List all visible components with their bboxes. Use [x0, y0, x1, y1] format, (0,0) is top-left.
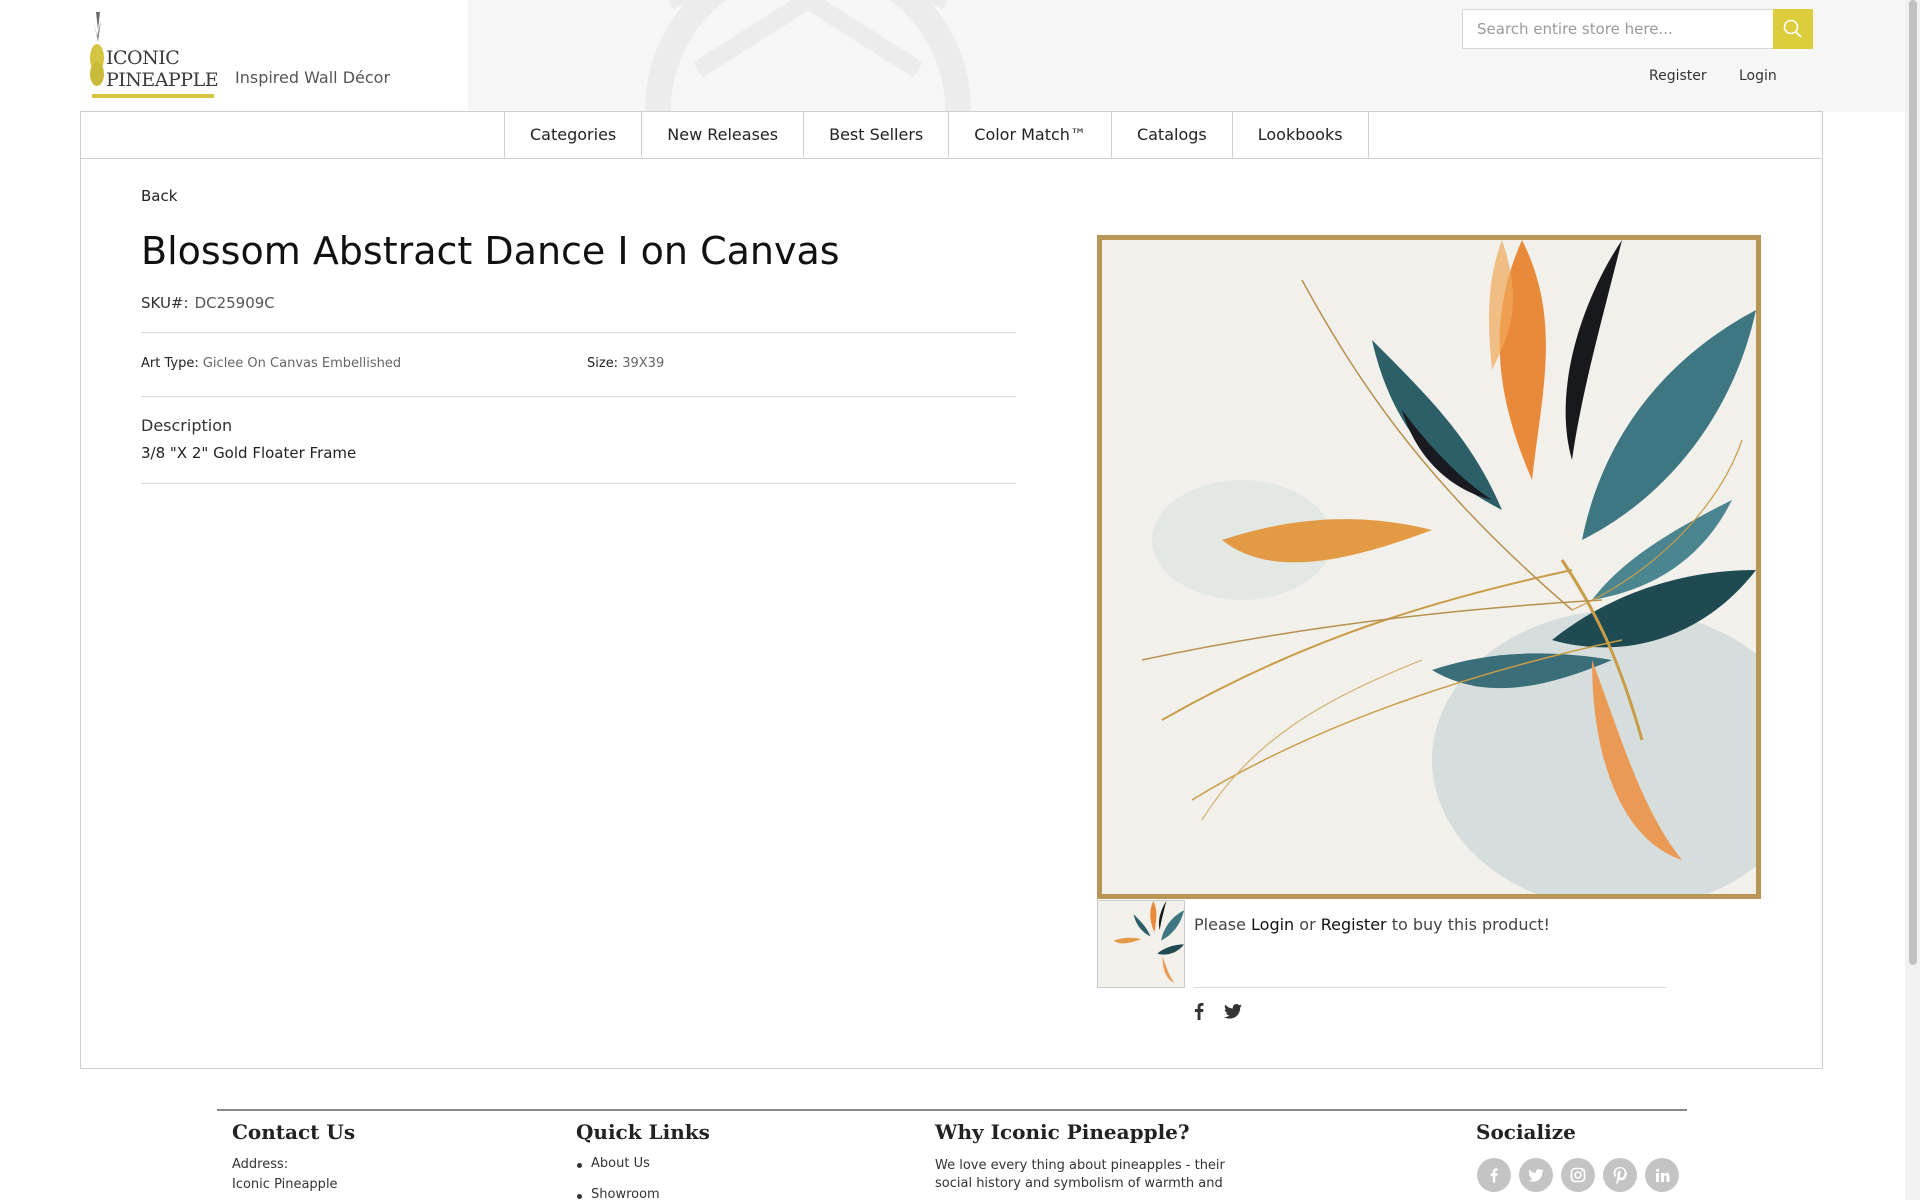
- size-value: 39X39: [622, 356, 665, 371]
- twitter-icon: [1528, 1168, 1544, 1182]
- share-twitter-button[interactable]: [1224, 1004, 1242, 1023]
- footer-quick-links-heading: Quick Links: [576, 1120, 710, 1144]
- nav-color-match[interactable]: Color Match™: [949, 112, 1112, 157]
- product-sku: SKU#: DC25909C: [141, 294, 275, 312]
- art-type-spec: Art Type: Giclee On Canvas Embellished: [141, 356, 401, 371]
- linkedin-icon: [1655, 1168, 1669, 1182]
- main-navigation: Categories New Releases Best Sellers Col…: [81, 112, 1822, 159]
- divider: [141, 396, 1016, 397]
- buy-prefix: Please: [1194, 915, 1246, 934]
- iconic-pineapple-logo[interactable]: ICONIC PINEAPPLE: [88, 12, 219, 98]
- tagline: Inspired Wall Décor: [235, 68, 391, 87]
- size-spec: Size: 39X39: [587, 356, 664, 371]
- page-scrollbar[interactable]: [1905, 0, 1920, 1200]
- twitter-icon: [1224, 1004, 1242, 1019]
- share-facebook-button[interactable]: [1193, 1002, 1205, 1024]
- social-linkedin-button[interactable]: [1645, 1158, 1679, 1192]
- search-box: [1462, 9, 1813, 49]
- pinterest-icon: [1613, 1166, 1627, 1184]
- footer-why-text-line2: social history and symbolism of warmth a…: [935, 1176, 1223, 1191]
- product-thumbnail[interactable]: [1097, 900, 1185, 988]
- login-to-buy-message: Please Login or Register to buy this pro…: [1194, 915, 1550, 934]
- register-link[interactable]: Register: [1649, 68, 1707, 84]
- divider: [1194, 987, 1666, 988]
- art-type-label: Art Type:: [141, 356, 199, 371]
- footer-why-text-line1: We love every thing about pineapples - t…: [935, 1158, 1225, 1173]
- size-label: Size:: [587, 356, 619, 371]
- footer-why-heading: Why Iconic Pineapple?: [935, 1120, 1190, 1144]
- buy-login-link[interactable]: Login: [1251, 915, 1294, 934]
- abstract-artwork: [1102, 240, 1756, 894]
- search-input[interactable]: [1463, 10, 1763, 48]
- facebook-icon: [1490, 1168, 1498, 1183]
- nav-categories[interactable]: Categories: [504, 112, 643, 157]
- nav-lookbooks[interactable]: Lookbooks: [1233, 112, 1369, 157]
- logo-underline: [92, 94, 214, 98]
- thumbnail-artwork: [1098, 901, 1184, 987]
- art-type-value: Giclee On Canvas Embellished: [202, 356, 402, 371]
- divider: [141, 483, 1016, 484]
- product-image[interactable]: [1097, 235, 1761, 899]
- sku-label: SKU#:: [141, 294, 189, 312]
- social-instagram-button[interactable]: [1561, 1158, 1595, 1192]
- scrollbar-thumb[interactable]: [1909, 0, 1917, 965]
- divider: [141, 332, 1016, 333]
- facebook-icon: [1195, 1003, 1204, 1020]
- nav-best-sellers[interactable]: Best Sellers: [804, 112, 950, 157]
- instagram-icon: [1570, 1167, 1586, 1183]
- social-pinterest-button[interactable]: [1603, 1158, 1637, 1192]
- footer-divider: [217, 1109, 1687, 1111]
- footer-link-about-us[interactable]: About Us: [577, 1156, 650, 1171]
- social-facebook-button[interactable]: [1477, 1158, 1511, 1192]
- login-link[interactable]: Login: [1739, 68, 1777, 84]
- description-text: 3/8 "X 2" Gold Floater Frame: [141, 444, 357, 462]
- search-icon: [1783, 19, 1802, 38]
- social-twitter-button[interactable]: [1519, 1158, 1553, 1192]
- logo-text-iconic: ICONIC: [106, 47, 180, 69]
- product-title: Blossom Abstract Dance I on Canvas: [141, 229, 840, 273]
- buy-register-link[interactable]: Register: [1321, 915, 1387, 934]
- buy-suffix: to buy this product!: [1391, 915, 1550, 934]
- logo-text-pineapple: PINEAPPLE: [106, 69, 219, 91]
- sku-value: DC25909C: [194, 294, 275, 312]
- back-link[interactable]: Back: [141, 187, 177, 205]
- nav-catalogs[interactable]: Catalogs: [1112, 112, 1233, 157]
- footer-address-label: Address:: [232, 1157, 289, 1172]
- pineapple-icon: [90, 12, 104, 86]
- nav-new-releases[interactable]: New Releases: [642, 112, 805, 157]
- footer-contact-heading: Contact Us: [232, 1120, 356, 1144]
- buy-or: or: [1299, 915, 1316, 934]
- search-button[interactable]: [1773, 9, 1813, 49]
- footer-socialize-heading: Socialize: [1476, 1120, 1576, 1144]
- footer-address-line: Iconic Pineapple: [232, 1177, 338, 1192]
- description-heading: Description: [141, 416, 233, 435]
